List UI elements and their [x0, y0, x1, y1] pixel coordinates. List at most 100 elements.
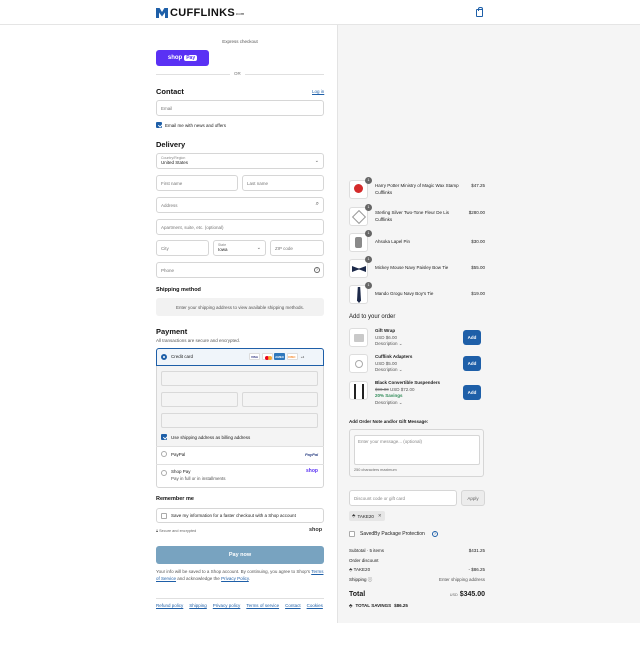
shipping-row: Shipping ⓘ Enter shipping address: [349, 577, 485, 583]
order-item: 1 Harry Potter Ministry of Magic Wax Sta…: [349, 177, 485, 200]
add-suspenders-button[interactable]: Add: [463, 385, 481, 400]
save-info-checkbox[interactable]: [161, 513, 167, 519]
package-protection-checkbox[interactable]: [349, 531, 355, 537]
billing-address-checkbox[interactable]: [161, 434, 167, 440]
shopping-bag-icon[interactable]: [476, 7, 483, 17]
add-gift-wrap-button[interactable]: Add: [463, 330, 481, 345]
quantity-badge: 1: [365, 282, 372, 289]
addon-description-toggle[interactable]: Description ⌄: [375, 367, 403, 372]
expiration-field[interactable]: [161, 392, 238, 407]
addon-savings: 20% Savings: [375, 393, 403, 398]
discover-icon: DISC: [286, 353, 298, 360]
discount-code-row: ⬘ TAKE20 - $86.25: [349, 567, 485, 573]
addons-title: Add to your order: [349, 314, 396, 320]
discount-value: - $86.25: [468, 567, 485, 572]
addon-description: Description: [375, 341, 398, 346]
gift-wrap-image: [349, 328, 368, 347]
footer-terms-link[interactable]: Terms of service: [246, 603, 279, 608]
addon-description-toggle[interactable]: Description ⌄: [375, 341, 403, 346]
zip-field[interactable]: ZIP code: [270, 240, 324, 256]
pay-now-button[interactable]: Pay now: [156, 546, 324, 564]
addon-cufflink-adapters: Cufflink Adapters USD $5.00 Description …: [375, 354, 412, 374]
chevron-down-icon: ⌄: [314, 158, 319, 164]
item-price: $19.00: [471, 291, 485, 296]
addon-price: USD $6.00: [375, 334, 398, 340]
apply-button[interactable]: Apply: [461, 490, 485, 506]
remember-title: Remember me: [156, 496, 194, 502]
footer-divider: [156, 598, 324, 599]
order-item: 1 Mando Grogu Navy Boy's Tie $19.00: [349, 282, 485, 305]
info-icon[interactable]: ?: [432, 531, 438, 537]
save-info-label: Save my information for a faster checkou…: [171, 513, 296, 518]
newsletter-checkbox[interactable]: [156, 122, 162, 128]
item-price: $280.00: [468, 210, 485, 215]
help-icon[interactable]: ?: [314, 267, 320, 273]
addon-gift-wrap: Gift Wrap USD $6.00 Description ⌄: [375, 328, 403, 348]
info-icon[interactable]: ⓘ: [368, 577, 373, 582]
address-field[interactable]: Address ⌕: [156, 197, 324, 213]
city-field[interactable]: City: [156, 240, 209, 256]
credit-card-label: Credit card: [171, 354, 194, 359]
phone-field[interactable]: Phone?: [156, 262, 324, 278]
payment-subtitle: All transactions are secure and encrypte…: [156, 338, 241, 343]
paypal-radio[interactable]: [161, 451, 167, 457]
footer-refund-link[interactable]: Refund policy: [156, 603, 183, 608]
credit-card-radio[interactable]: [161, 354, 167, 360]
country-select[interactable]: Country/Region United States ⌄: [156, 153, 324, 169]
apartment-field[interactable]: Apartment, suite, etc. (optional): [156, 219, 324, 235]
footer-cookies-link[interactable]: Cookies: [307, 603, 323, 608]
state-select[interactable]: State Iowa ⌄: [213, 240, 266, 256]
item-name: Sterling Silver Two-Tone Fleur De Lis Cuf…: [375, 210, 449, 223]
security-code-field[interactable]: [242, 392, 318, 407]
footer-contact-link[interactable]: Contact: [285, 603, 301, 608]
divider: [156, 464, 324, 465]
newsletter-label: Email me with news and offers: [165, 123, 226, 128]
last-name-field[interactable]: Last name: [242, 175, 324, 191]
first-name-field[interactable]: First name: [156, 175, 238, 191]
shop-logo: shop: [309, 527, 323, 533]
footer-privacy-link[interactable]: Privacy policy: [213, 603, 241, 608]
note-textarea[interactable]: Enter your message... (optional): [354, 435, 480, 465]
shop-pay-label: Shop Pay: [171, 469, 191, 474]
discount-code-input[interactable]: Discount code or gift card: [349, 490, 457, 506]
discount-tag-code: TAKE20: [357, 513, 374, 519]
shop-pay-radio[interactable]: [161, 470, 167, 476]
shipping-method-title: Shipping method: [156, 287, 201, 293]
phone-placeholder: Phone: [161, 267, 175, 273]
add-cufflink-adapters-button[interactable]: Add: [463, 356, 481, 371]
billing-address-label: Use shipping address as billing address: [171, 435, 251, 440]
discount-placeholder: Discount code or gift card: [354, 495, 406, 501]
country-value: United States: [161, 160, 189, 165]
note-container: Enter your message... (optional) 250 cha…: [349, 429, 484, 477]
shop-pay-badge: Pay: [184, 55, 198, 61]
legal-text: Your info will be saved to a Shop accoun…: [156, 569, 324, 582]
order-discount-row: Order discount: [349, 558, 485, 563]
privacy-link[interactable]: Privacy Policy: [221, 576, 249, 581]
login-link[interactable]: Log in: [312, 89, 324, 94]
shipping-label: Shipping: [349, 577, 367, 582]
savings-label: TOTAL SAVINGS: [355, 603, 392, 608]
total-label: Total: [349, 591, 366, 598]
total-value: $345.00: [459, 591, 485, 598]
card-number-field[interactable]: [161, 371, 318, 386]
note-title: Add Order Note and/or Gift Message:: [349, 419, 429, 424]
last-name-placeholder: Last name: [247, 180, 269, 186]
email-field[interactable]: Email: [156, 100, 324, 116]
order-item: 1 Ahsoka Lapel Pin $30.00: [349, 230, 485, 253]
addon-name: Cufflink Adapters: [375, 354, 413, 359]
footer-shipping-link[interactable]: Shipping: [189, 603, 207, 608]
divider: [156, 446, 324, 447]
subtotal-row: Subtotal · 5 items $431.25: [349, 548, 485, 553]
payment-title: Payment: [156, 327, 188, 336]
visa-icon: VISA: [249, 353, 260, 360]
mastercard-icon: [261, 353, 273, 360]
subtotal-value: $431.25: [468, 548, 485, 553]
brand-logo[interactable]: CUFFLINKS com: [156, 7, 245, 19]
suspenders-image: [349, 381, 368, 400]
name-on-card-field[interactable]: [161, 413, 318, 428]
shop-pay-button[interactable]: shop Pay: [156, 50, 209, 66]
shop-pay-sublabel: Pay in full or in installments: [171, 476, 226, 481]
remove-tag-icon[interactable]: ✕: [378, 513, 382, 519]
addon-description-toggle[interactable]: Description ⌄: [375, 400, 403, 405]
item-price: $30.00: [471, 239, 485, 244]
